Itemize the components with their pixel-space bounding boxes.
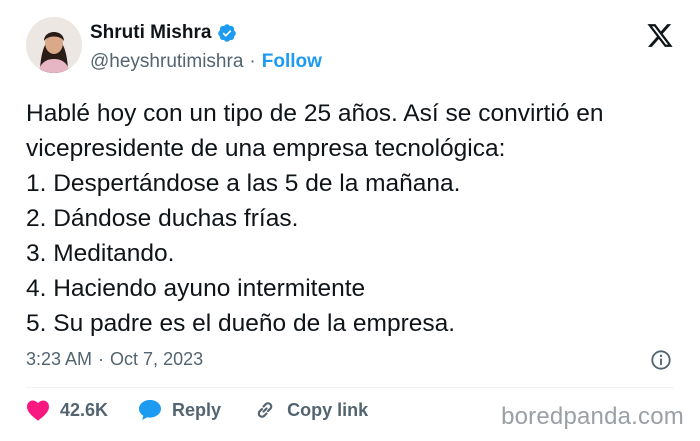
avatar-image [26, 17, 82, 73]
divider [26, 387, 674, 388]
tweet-time: 3:23 AM [26, 349, 93, 369]
author-name-row: Shruti Mishra [90, 22, 237, 44]
x-logo-icon[interactable] [646, 24, 674, 50]
tweet-timestamp[interactable]: 3:23 AM · Oct 7, 2023 [26, 349, 203, 370]
tweet-line: Hablé hoy con un tipo de 25 años. Así se… [26, 100, 604, 127]
tweet-line: vicepresidente de una empresa tecnológic… [26, 135, 506, 162]
separator: · [249, 51, 256, 72]
tweet-text: Hablé hoy con un tipo de 25 años. Así se… [26, 96, 686, 341]
follow-button[interactable]: Follow [262, 51, 322, 73]
copy-link-button[interactable]: Copy link [253, 398, 368, 422]
speech-bubble-icon [139, 400, 162, 420]
copy-link-label: Copy link [287, 399, 369, 420]
like-button[interactable]: 42.6K [26, 399, 108, 421]
tweet-line: 2. Dándose duchas frías. [26, 205, 299, 232]
tweet-line: 1. Despertándose a las 5 de la mañana. [26, 170, 461, 197]
tweet-line: 3. Meditando. [26, 240, 175, 267]
separator: · [98, 349, 105, 369]
verified-badge-icon [217, 23, 237, 43]
like-count: 42.6K [60, 399, 109, 420]
handle-row: @heyshrutimishra · Follow [90, 51, 322, 73]
watermark: boredpanda.com [501, 403, 684, 430]
reply-button[interactable]: Reply [138, 399, 221, 421]
avatar[interactable] [26, 17, 82, 73]
heart-icon [27, 400, 49, 421]
tweet-line: 5. Su padre es el dueño de la empresa. [26, 310, 456, 337]
link-icon [257, 402, 273, 418]
tweet-line: 4. Haciendo ayuno intermitente [26, 275, 366, 302]
reply-label: Reply [172, 399, 222, 420]
action-bar: 42.6K Reply Copy link [26, 398, 368, 422]
tweet-date: Oct 7, 2023 [110, 349, 204, 369]
author-name[interactable]: Shruti Mishra [90, 22, 211, 44]
info-icon[interactable] [650, 349, 672, 371]
author-handle[interactable]: @heyshrutimishra [90, 51, 243, 73]
